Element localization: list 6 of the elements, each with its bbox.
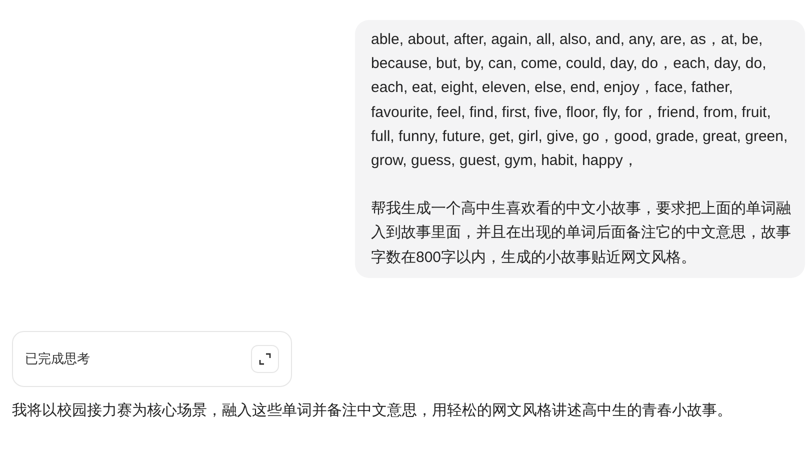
thinking-label: 已完成思考 — [25, 350, 90, 368]
message-text: able, about, after, again, all, also, and, any, are, as，at, be, because, but, by, can, come, could, day, do，each, day, do, each, eat, eight, eleven, else, end, enjoy，face, father, favourite, feel, find, first, five, floor, fly, for，friend, from, fruit, full, funny, future, get, girl, give, go，good, grade, great, green, grow, guess, guest, gym, habit, happy， — [371, 30, 789, 172]
reply-text: 我将以校园接力赛为核心场景，融入这些单词并备注中文意思，用轻松的网文风格讲述高中生的青春小故事。 — [12, 400, 733, 421]
expand-icon — [259, 352, 271, 365]
expand-button[interactable] — [251, 344, 279, 373]
message-text: 帮我生成一个高中生喜欢看的中文小故事，要求把上面的单词融入到故事里面，并且在出现的单词后面备注它的中文意思，故事字数在800字以内，生成的小故事贴近网文风格。 — [371, 199, 792, 268]
